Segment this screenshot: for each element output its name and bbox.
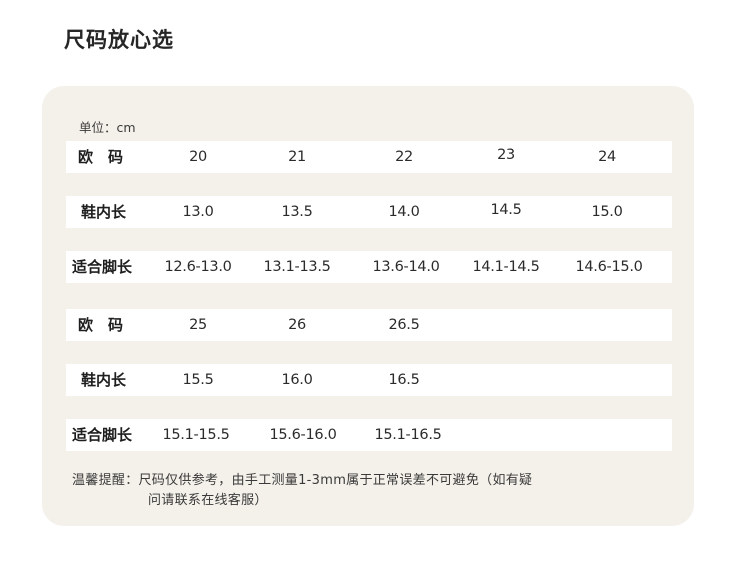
table-cell: 15.0 [591, 204, 623, 220]
row-label-eu: 欧 码 [78, 148, 124, 166]
table-cell: 13.1-13.5 [263, 259, 331, 275]
table-cell: 16.0 [281, 372, 313, 388]
size-row-eu: 欧 码 20 21 22 23 24 [66, 141, 672, 173]
table-cell: 14.6-15.0 [575, 259, 643, 275]
table-cell: 21 [288, 149, 306, 165]
table-cell: 15.6-16.0 [269, 427, 337, 443]
size-row-foot-length: 适合脚长 15.1-15.5 15.6-16.0 15.1-16.5 [66, 419, 672, 451]
table-cell: 22 [395, 149, 413, 165]
table-cell: 15.1-16.5 [374, 427, 442, 443]
table-cell: 14.0 [388, 204, 420, 220]
table-cell: 13.5 [281, 204, 313, 220]
table-cell: 26 [288, 317, 306, 333]
row-label-inner-length: 鞋内长 [81, 203, 127, 221]
size-row-eu: 欧 码 25 26 26.5 [66, 309, 672, 341]
table-cell: 12.6-13.0 [164, 259, 232, 275]
table-cell: 13.6-14.0 [372, 259, 440, 275]
table-cell: 25 [189, 317, 207, 333]
table-cell: 20 [189, 149, 207, 165]
table-cell: 24 [598, 149, 616, 165]
size-row-foot-length: 适合脚长 12.6-13.0 13.1-13.5 13.6-14.0 14.1-… [66, 251, 672, 283]
row-label-inner-length: 鞋内长 [81, 371, 127, 389]
table-cell: 14.1-14.5 [472, 259, 540, 275]
row-label-foot-length: 适合脚长 [72, 258, 133, 276]
note-line-2: 问请联系在线客服） [148, 493, 268, 508]
table-cell: 26.5 [388, 317, 420, 333]
unit-label: 单位：cm [79, 120, 136, 135]
table-cell: 23 [497, 147, 515, 163]
table-cell: 15.1-15.5 [162, 427, 230, 443]
table-cell: 15.5 [182, 372, 214, 388]
page-title: 尺码放心选 [64, 28, 174, 52]
row-label-eu: 欧 码 [78, 316, 124, 334]
size-row-inner-length: 鞋内长 13.0 13.5 14.0 14.5 15.0 [66, 196, 672, 228]
size-row-inner-length: 鞋内长 15.5 16.0 16.5 [66, 364, 672, 396]
table-cell: 16.5 [388, 372, 420, 388]
table-cell: 13.0 [182, 204, 214, 220]
row-label-foot-length: 适合脚长 [72, 426, 133, 444]
size-note: 温馨提醒：尺码仅供参考，由手工测量1-3mm属于正常误差不可避免（如有疑 问请联… [72, 471, 532, 511]
note-line-1: 温馨提醒：尺码仅供参考，由手工测量1-3mm属于正常误差不可避免（如有疑 [72, 473, 533, 488]
table-cell: 14.5 [490, 202, 522, 218]
